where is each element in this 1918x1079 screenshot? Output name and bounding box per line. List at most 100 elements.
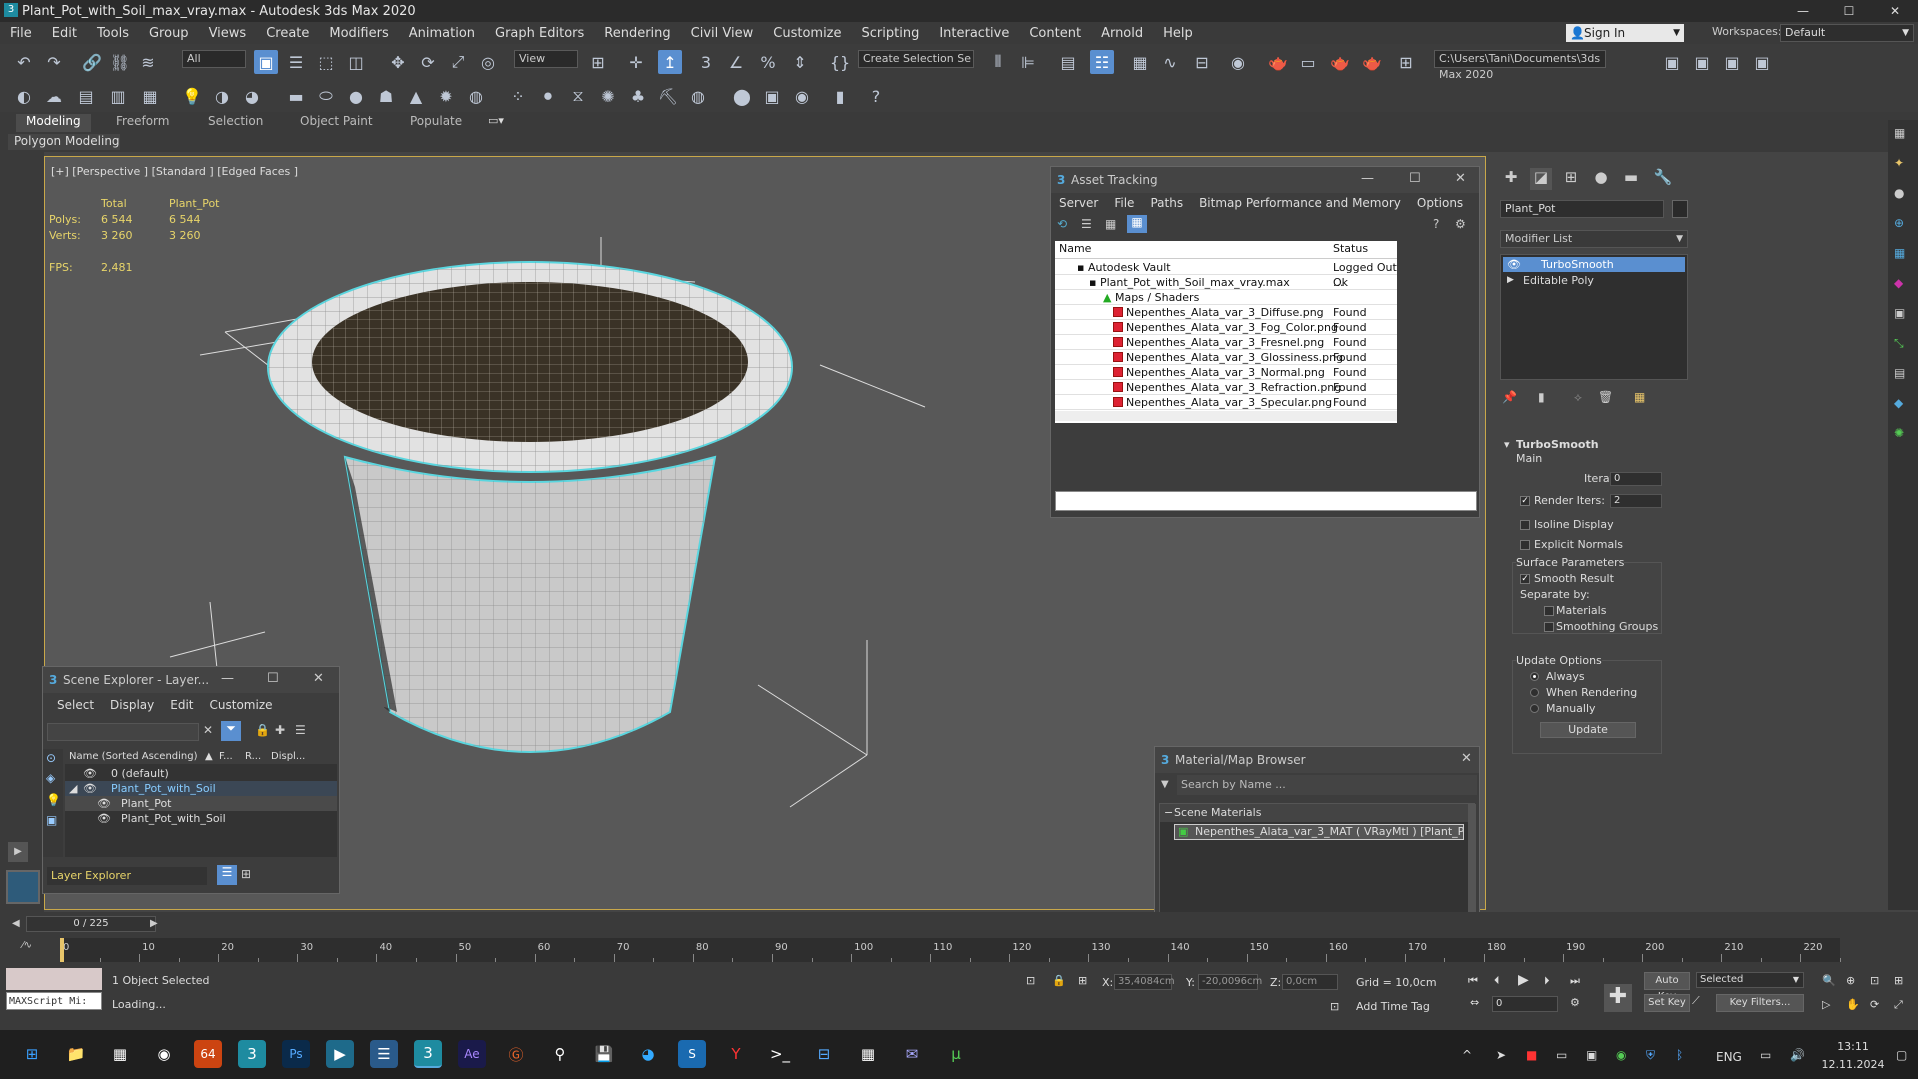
link-icon[interactable]: 🔗 (80, 50, 104, 74)
vray-dome-icon[interactable]: ⬭ (314, 84, 338, 108)
next-frame-icon[interactable]: ▶ (150, 918, 158, 929)
horizontal-scrollbar[interactable] (1055, 411, 1397, 421)
y-coordinate-field[interactable]: -20,0096cm (1198, 974, 1262, 990)
material-search-input[interactable]: Search by Name ... (1177, 775, 1477, 795)
sign-in-dropdown[interactable]: 👤 Sign In ▼ (1566, 24, 1684, 42)
zoom-icon[interactable]: 🔍 (1822, 974, 1836, 987)
clock-time[interactable]: 13:11 (1826, 1040, 1880, 1053)
menu-animation[interactable]: Animation (399, 26, 485, 41)
render-iters-spinner[interactable]: 2 (1610, 494, 1662, 508)
vray-physical-camera-icon[interactable]: ⧖ (566, 84, 590, 108)
chrome-icon[interactable]: ◉ (150, 1040, 178, 1068)
sort-by-layer-icon[interactable]: ☰ (217, 865, 237, 885)
tray-app-icon[interactable]: ■ (1526, 1048, 1537, 1062)
calculator-icon[interactable]: ▦ (854, 1040, 882, 1068)
vray-proxy-icon[interactable]: ⁘ (506, 84, 530, 108)
vray-sphere-material-icon[interactable]: ⬤ (730, 84, 754, 108)
eye-icon[interactable]: 👁 (97, 811, 111, 826)
menu-interactive[interactable]: Interactive (929, 26, 1019, 41)
go-to-start-icon[interactable]: ⏮ (1468, 974, 1478, 988)
select-by-name-icon[interactable]: ☰ (284, 50, 308, 74)
key-mode-icon[interactable]: ⇔ (1470, 996, 1479, 1009)
terminal-icon[interactable]: >_ (766, 1040, 794, 1068)
project-open-icon[interactable]: ▣ (1750, 50, 1774, 74)
object-name-field[interactable]: Plant_Pot (1500, 200, 1664, 218)
rendered-frame-window-icon[interactable]: ▭ (1296, 50, 1320, 74)
grid-blue-icon[interactable]: ▦ (1894, 246, 1905, 260)
tray-display-icon[interactable]: ▣ (1586, 1048, 1597, 1062)
rect-selection-icon[interactable]: ⬚ (314, 50, 338, 74)
refresh-icon[interactable]: ⟲ (1057, 217, 1067, 231)
isolate-selection-icon[interactable]: ⊡ (1026, 974, 1035, 987)
maxscript-listener-top[interactable] (6, 968, 102, 990)
redo-icon[interactable]: ↷ (42, 50, 66, 74)
toggle-layer-explorer-icon[interactable]: ☷ (1090, 50, 1114, 74)
object-color-swatch[interactable] (1672, 200, 1688, 218)
ribbon-tab-freeform[interactable]: Freeform (116, 114, 169, 132)
undo-icon[interactable]: ↶ (12, 50, 36, 74)
set-key-icon[interactable]: ✚ (1604, 984, 1632, 1012)
cube-icon[interactable]: ◆ (1894, 396, 1903, 410)
3dsmax-icon[interactable]: 3 (238, 1040, 266, 1068)
ribbon-tab-selection[interactable]: Selection (208, 114, 263, 132)
se-menu-display[interactable]: Display (102, 698, 162, 712)
named-selection-dropdown[interactable]: Create Selection Se (858, 50, 974, 68)
table-row[interactable]: ▲ Maps / Shaders (1055, 290, 1397, 305)
zoom-extents-all-icon[interactable]: ⊞ (1894, 974, 1903, 987)
maxscript-mini-listener[interactable]: MAXScript Mi: (6, 992, 102, 1010)
isoline-checkbox[interactable] (1520, 520, 1530, 530)
at-menu-bitmap[interactable]: Bitmap Performance and Memory (1191, 196, 1409, 210)
percent-snap-icon[interactable]: % (756, 50, 780, 74)
table-row[interactable]: Nepenthes_Alata_var_3_Fog_Color.png Found (1055, 320, 1397, 335)
col-status[interactable]: Status (1333, 241, 1368, 256)
at-menu-options[interactable]: Options (1409, 196, 1471, 210)
auto-key-button[interactable]: Auto Key (1644, 972, 1690, 1002)
menu-create[interactable]: Create (256, 26, 319, 41)
col-name[interactable]: Name (1059, 241, 1091, 256)
eye-icon[interactable]: 👁 (83, 781, 97, 796)
sphere-icon[interactable]: ● (1894, 186, 1904, 200)
ribbon-tab-modeling[interactable]: Modeling (16, 114, 91, 132)
time-tag-icon[interactable]: ⊡ (1330, 1000, 1339, 1013)
vertical-scrollbar[interactable] (1468, 804, 1476, 920)
display-none-icon[interactable]: ⊙ (46, 751, 56, 765)
notepad-icon[interactable]: ☰ (370, 1040, 398, 1068)
layers-icon[interactable]: ☰ (295, 723, 306, 737)
table-row[interactable]: Nepenthes_Alata_var_3_Glossiness.png Foun… (1055, 350, 1397, 365)
always-radio[interactable] (1530, 672, 1539, 681)
eye-icon[interactable]: 👁 (83, 766, 97, 781)
scale-icon[interactable]: ⤢ (446, 50, 470, 74)
materials-checkbox[interactable] (1544, 606, 1554, 616)
tray-nvidia-icon[interactable]: ◉ (1616, 1048, 1626, 1062)
selection-lock-icon[interactable]: 🔒 (1052, 974, 1066, 987)
window-crossing-icon[interactable]: ◫ (344, 50, 368, 74)
minimize-button[interactable]: — (221, 671, 234, 686)
scene-materials-header[interactable]: − Scene Materials (1160, 804, 1476, 822)
expand-icon[interactable]: ▶ (1507, 273, 1514, 288)
light-lister-icon[interactable]: ✦ (1894, 156, 1904, 170)
menu-modifiers[interactable]: Modifiers (319, 26, 398, 41)
light-icon[interactable]: 💡 (180, 84, 204, 108)
menu-arnold[interactable]: Arnold (1091, 26, 1153, 41)
list-item[interactable]: ◢ 👁 Plant_Pot_with_Soil (65, 781, 337, 796)
bind-spacewarp-icon[interactable]: ≋ (136, 50, 160, 74)
create-tab-icon[interactable]: ✚ (1500, 168, 1522, 190)
at-menu-server[interactable]: Server (1051, 196, 1106, 210)
arnold-layer-icon[interactable]: ▥ (106, 84, 130, 108)
material-browser-titlebar[interactable]: 3 Material/Map Browser (1155, 747, 1479, 773)
minimize-button[interactable]: — (1780, 0, 1826, 22)
language-indicator[interactable]: ENG (1716, 1050, 1742, 1064)
menu-edit[interactable]: Edit (42, 26, 87, 41)
maximize-button[interactable]: ☐ (1409, 171, 1421, 186)
field-of-view-icon[interactable]: ▷ (1822, 998, 1830, 1011)
modifier-list-dropdown[interactable]: Modifier List ▼ (1500, 230, 1688, 248)
mesh-light-icon[interactable]: ◕ (240, 84, 264, 108)
asset-path-field[interactable] (1055, 491, 1477, 511)
utorrent-icon[interactable]: µ (942, 1040, 970, 1068)
curve-editor-icon[interactable]: ∿ (1158, 50, 1182, 74)
smoothing-groups-checkbox[interactable] (1544, 622, 1554, 632)
viewport-layout-thumbnail[interactable] (6, 870, 40, 904)
orbit-icon[interactable]: ⟳ (1870, 998, 1879, 1011)
key-mode-toggle-icon[interactable]: ⟋ (1692, 994, 1700, 1008)
arnold-frame-icon[interactable]: ▤ (74, 84, 98, 108)
